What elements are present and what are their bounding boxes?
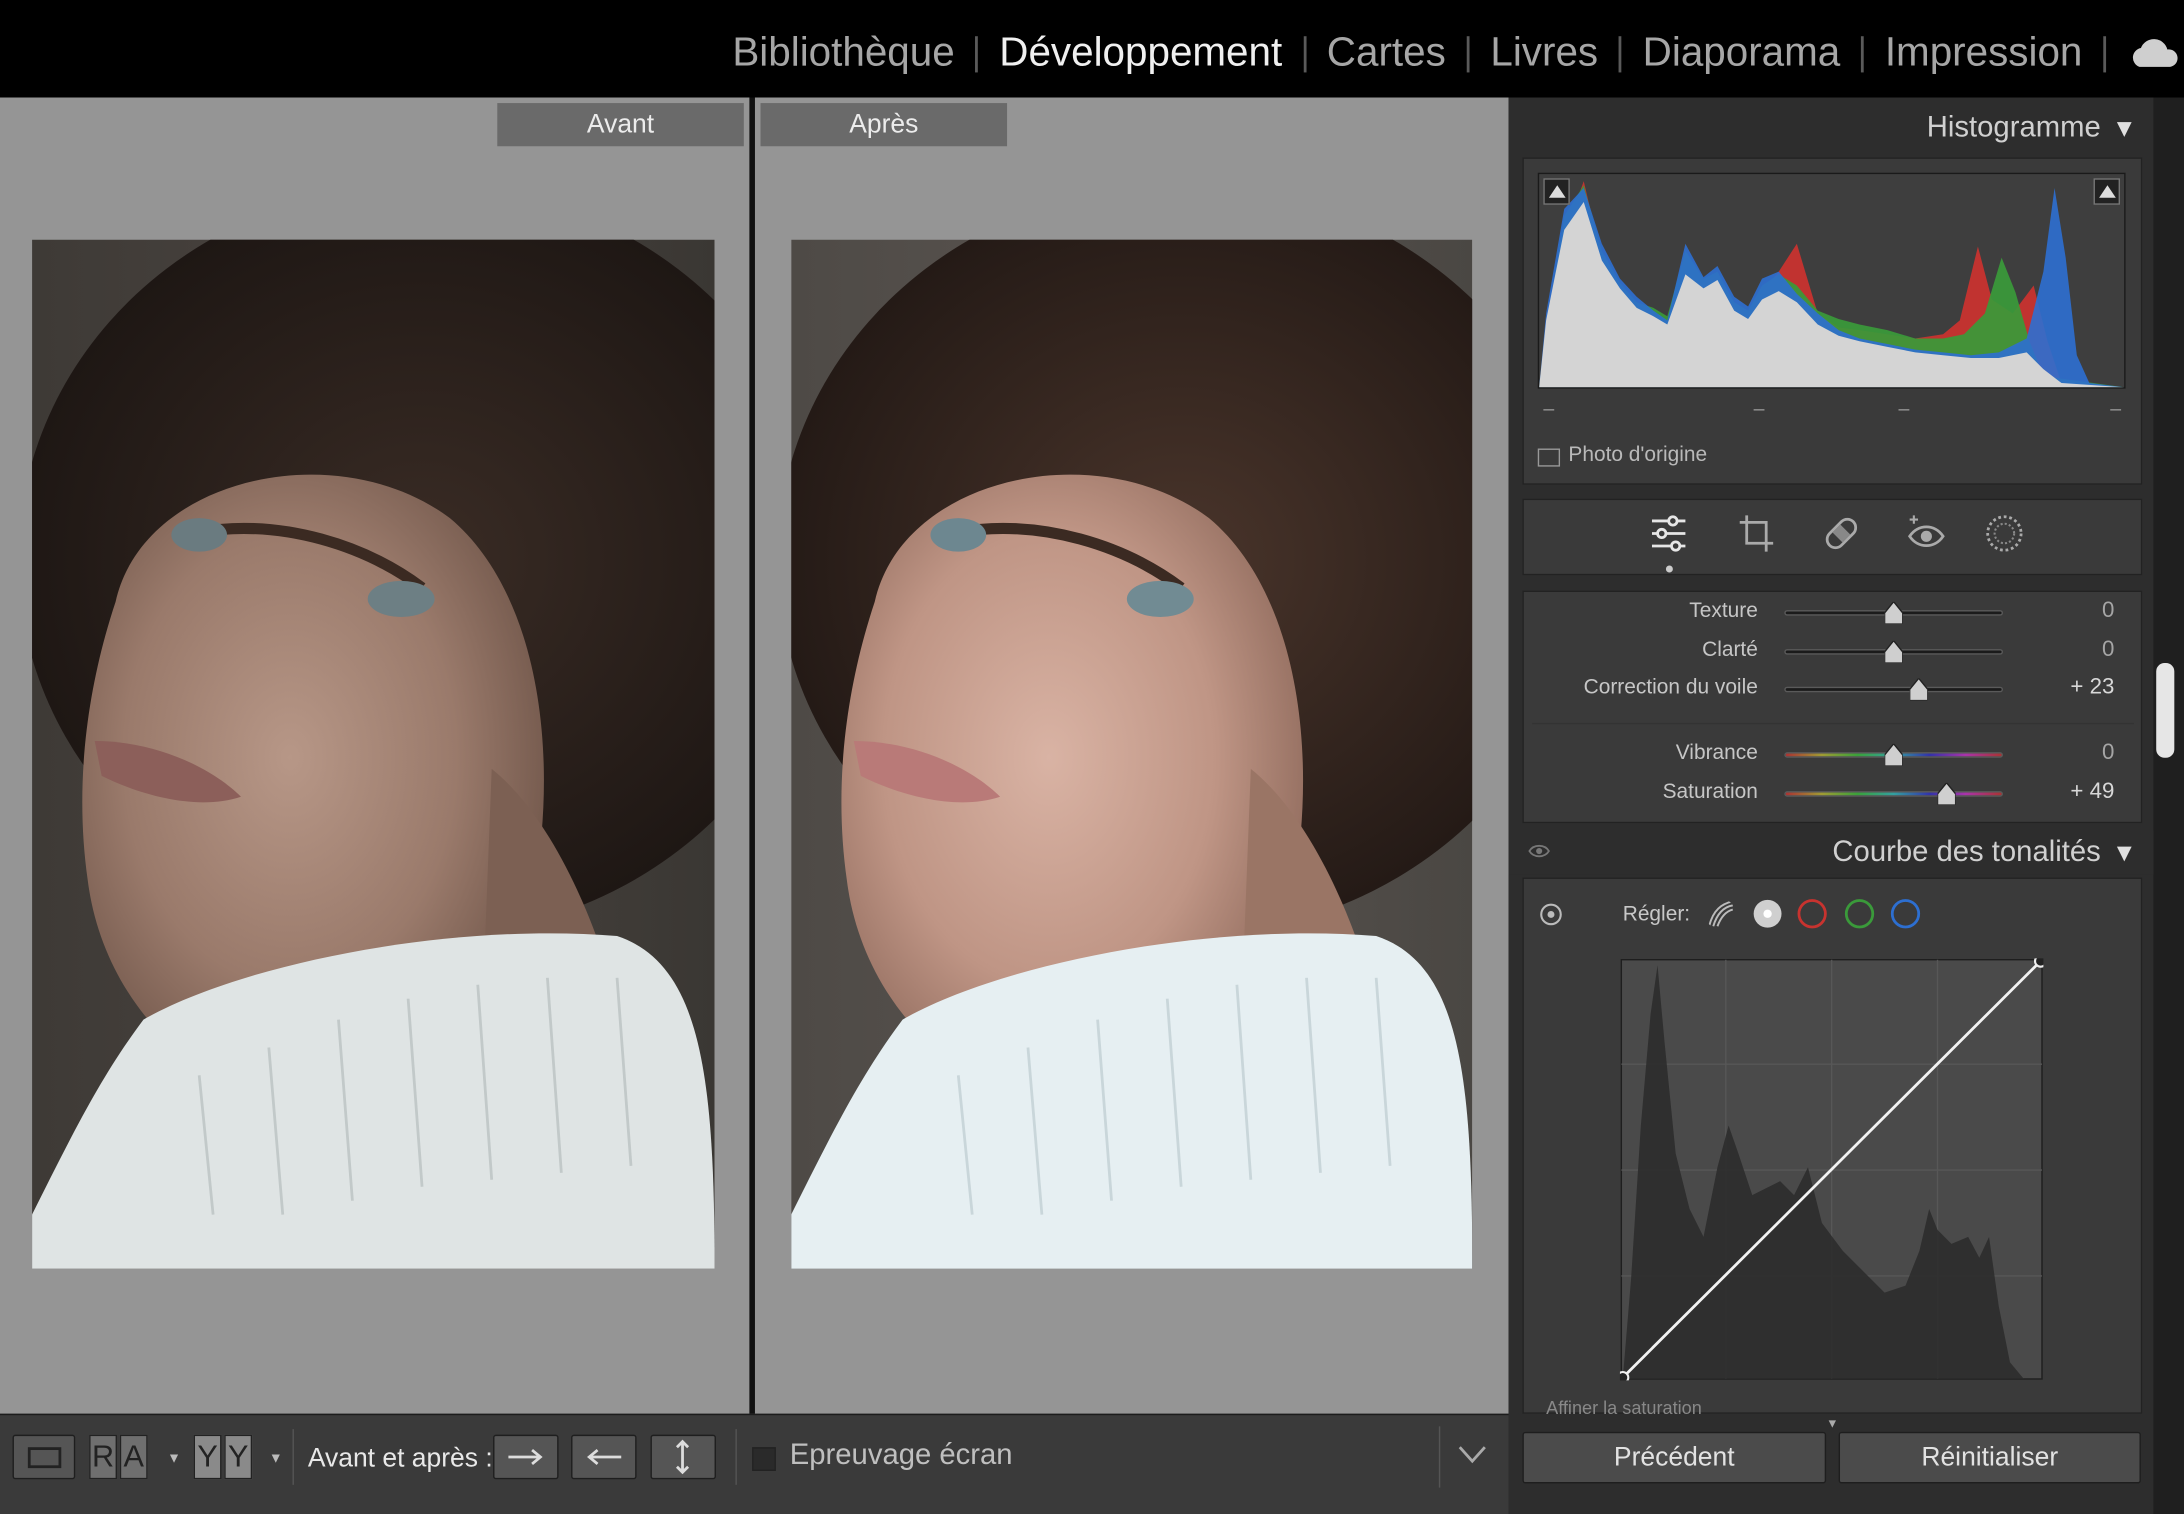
red-eye-icon[interactable]	[1907, 513, 1946, 555]
soft-proof-checkbox[interactable]	[752, 1447, 776, 1471]
slider-thumb[interactable]	[1884, 640, 1903, 664]
module-picker: Bibliothèque Développement Cartes Livres…	[711, 31, 2107, 77]
point-curve-rgb-icon[interactable]	[1752, 898, 1783, 929]
chevron-down-icon[interactable]: ▼	[269, 1451, 283, 1466]
parametric-curve-icon[interactable]	[1705, 898, 1736, 929]
collapse-triangle-icon[interactable]: ▼	[2112, 839, 2137, 868]
show-original-checkbox[interactable]	[1537, 448, 1561, 467]
histogram-marker: –	[1753, 396, 1765, 420]
module-library[interactable]: Bibliothèque	[711, 31, 975, 77]
slider-label: Texture	[1689, 598, 1758, 623]
panel-scrollbar-thumb[interactable]	[2156, 663, 2175, 758]
before-photo[interactable]	[32, 239, 715, 1269]
slider-track[interactable]	[1784, 686, 2003, 693]
after-label: Après	[760, 103, 1008, 147]
ra-toggle-r[interactable]: R	[89, 1434, 118, 1480]
previous-button[interactable]: Précédent	[1522, 1431, 1827, 1484]
slider-clarity[interactable]: Clarté 0	[1522, 637, 2142, 668]
tone-curve-title: Courbe des tonalités	[1832, 835, 2101, 868]
panel-separator	[1532, 722, 2134, 725]
swap-icon	[675, 1439, 690, 1475]
slider-value[interactable]: + 49	[2070, 780, 2114, 805]
slider-thumb[interactable]	[1938, 782, 1957, 806]
edit-sliders-icon[interactable]	[1649, 513, 1688, 555]
copy-before-to-after-icon	[508, 1448, 543, 1466]
eye-icon[interactable]	[1528, 841, 1550, 861]
histogram-graph[interactable]	[1537, 172, 2126, 389]
slider-label: Saturation	[1662, 780, 1758, 804]
collapse-triangle-icon[interactable]: ▼	[2112, 114, 2137, 143]
cloud-icon[interactable]	[2128, 36, 2184, 75]
copy-before-to-after-button[interactable]	[493, 1434, 559, 1480]
ra-view-toggle[interactable]: R A	[89, 1434, 148, 1480]
view-toolbar: R A ▼ Y Y ▼ Avant et après : Epreuvage é…	[0, 1413, 1509, 1514]
soft-proof-label: Epreuvage écran	[789, 1438, 1013, 1471]
shadow-clipping-icon[interactable]	[1543, 178, 1570, 205]
module-develop[interactable]: Développement	[978, 31, 1303, 77]
tone-curve-title-row[interactable]: Courbe des tonalités ▼	[1832, 836, 2136, 869]
slider-label: Vibrance	[1675, 741, 1758, 765]
masking-icon[interactable]	[1985, 513, 2024, 555]
blue-channel-icon[interactable]	[1890, 898, 1921, 929]
histogram-marker: –	[1543, 396, 1555, 420]
before-label: Avant	[497, 103, 744, 147]
slider-label: Correction du voile	[1583, 675, 1758, 700]
module-map[interactable]: Cartes	[1306, 31, 1467, 77]
panel-end-marker-icon: ▼	[1826, 1416, 1839, 1431]
slider-label: Clarté	[1702, 637, 1758, 662]
slider-thumb[interactable]	[1884, 743, 1903, 767]
module-book[interactable]: Livres	[1469, 31, 1619, 77]
ra-toggle-a[interactable]: A	[119, 1434, 148, 1480]
yy-view-toggle[interactable]: Y Y	[193, 1434, 253, 1480]
target-adjust-icon[interactable]	[1539, 903, 1563, 927]
refine-saturation-label: Affiner la saturation	[1546, 1397, 1702, 1418]
loupe-view-icon[interactable]	[12, 1434, 76, 1480]
toolbar-separator	[292, 1429, 294, 1485]
histogram-marker: –	[2110, 396, 2122, 420]
healing-icon[interactable]	[1822, 513, 1861, 555]
after-photo[interactable]	[791, 239, 1473, 1269]
slider-saturation[interactable]: Saturation + 49	[1522, 779, 2142, 810]
chevron-down-icon[interactable]: ▼	[167, 1451, 181, 1466]
histogram-title: Histogramme	[1926, 111, 2101, 144]
slider-value[interactable]: 0	[2102, 638, 2114, 663]
copy-after-to-before-button[interactable]	[571, 1434, 637, 1480]
toolbar-separator	[735, 1429, 737, 1485]
toolbar-options-chevron-icon[interactable]	[1457, 1443, 1488, 1465]
slider-thumb[interactable]	[1909, 678, 1928, 701]
module-separator	[2103, 35, 2107, 72]
tone-curve-graph[interactable]	[1619, 958, 2044, 1381]
module-slideshow[interactable]: Diaporama	[1622, 31, 1861, 77]
curve-point[interactable]	[2033, 958, 2044, 968]
slider-thumb[interactable]	[1884, 601, 1903, 625]
slider-track[interactable]	[1784, 791, 2003, 797]
reset-button[interactable]: Réinitialiser	[1838, 1431, 2141, 1484]
curve-point[interactable]	[1619, 1370, 1630, 1381]
swap-before-after-button[interactable]	[650, 1434, 716, 1480]
histogram-marker: –	[1898, 396, 1910, 420]
histogram-header[interactable]: Histogramme ▼	[1927, 111, 2137, 144]
slider-value[interactable]: 0	[2102, 741, 2114, 766]
slider-dehaze[interactable]: Correction du voile + 23	[1522, 674, 2142, 705]
view-divider	[749, 97, 755, 1414]
crop-icon[interactable]	[1737, 513, 1776, 555]
yy-toggle-right[interactable]: Y	[224, 1434, 253, 1480]
slider-value[interactable]: + 23	[2070, 676, 2114, 701]
adjust-label: Régler:	[1622, 902, 1691, 927]
panel-scrollbar[interactable]	[2153, 97, 2184, 1514]
slider-value[interactable]: 0	[2102, 599, 2114, 624]
yy-toggle-left[interactable]: Y	[193, 1434, 222, 1480]
slider-vibrance[interactable]: Vibrance 0	[1522, 740, 2142, 771]
slider-texture[interactable]: Texture 0	[1522, 598, 2142, 629]
highlight-clipping-icon[interactable]	[2093, 178, 2120, 205]
copy-after-to-before-icon	[587, 1448, 622, 1466]
before-after-label: Avant et après :	[307, 1444, 493, 1474]
toolbar-separator	[1438, 1426, 1441, 1488]
show-original-label: Photo d'origine	[1568, 442, 1708, 467]
module-bar: Bibliothèque Développement Cartes Livres…	[0, 0, 2184, 98]
red-channel-icon[interactable]	[1797, 898, 1828, 929]
module-print[interactable]: Impression	[1864, 31, 2103, 77]
active-tool-indicator	[1665, 565, 1673, 573]
green-channel-icon[interactable]	[1844, 898, 1875, 929]
